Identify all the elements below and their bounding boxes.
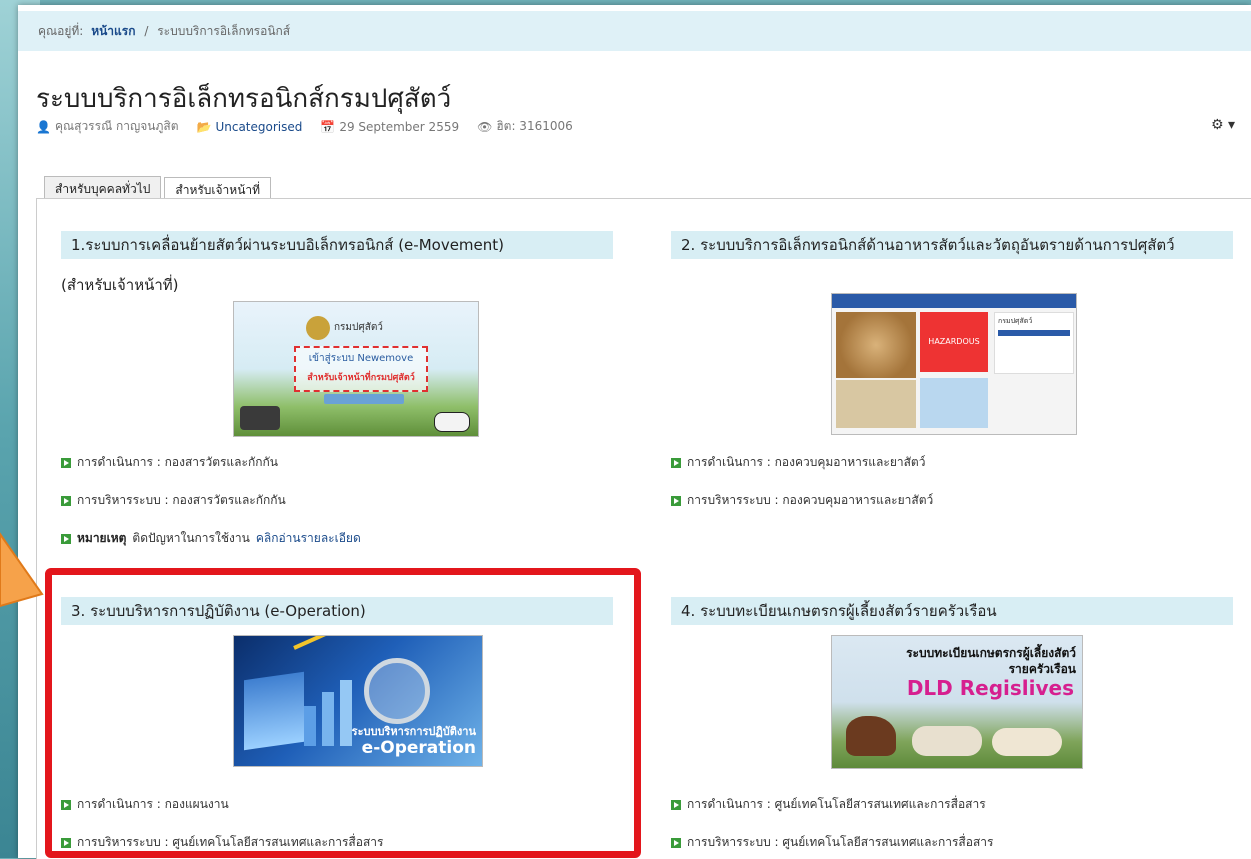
card-1-note: หมายเหตุ ติดปัญหาในการใช้งาน คลิกอ่านราย… [61, 529, 361, 548]
tab-content: 1.ระบบการเคลื่อนย้ายสัตว์ผ่านระบบอิเล็กท… [36, 198, 1251, 859]
card-4-admin-text: การบริหารระบบ : ศูนย์เทคโนโลยีสารสนเทศแล… [687, 835, 994, 849]
magnifier-icon [364, 658, 430, 724]
play-bullet-icon [61, 457, 71, 468]
article-meta: 👤 คุณสุวรรณี กาญจนภูสิต 📂 Uncategorised … [36, 117, 573, 136]
card-3-title[interactable]: 3. ระบบบริหารการปฏิบัติงาน (e-Operation) [61, 597, 613, 625]
login-panel-graphic: กรมปศุสัตว์ [994, 312, 1074, 374]
card-4-line-1: การดำเนินการ : ศูนย์เทคโนโลยีสารสนเทศและ… [671, 795, 986, 814]
play-bullet-icon [61, 495, 71, 506]
card-4-image[interactable]: ระบบทะเบียนเกษตรกรผู้เลี้ยงสัตว์ รายครัว… [831, 635, 1083, 769]
card-4-line-2: การบริหารระบบ : ศูนย์เทคโนโลยีสารสนเทศแล… [671, 833, 993, 852]
card-1-subnote: (สำหรับเจ้าหน้าที่) [61, 276, 179, 294]
card-3-image[interactable]: ระบบบริหารการปฏิบัติงาน e-Operation [233, 635, 483, 767]
card-2-title[interactable]: 2. ระบบบริการอิเล็กทรอนิกส์ด้านอาหารสัตว… [671, 231, 1233, 259]
publish-date: 29 September 2559 [339, 119, 460, 134]
card-1-image[interactable]: กรมปศุสัตว์ เข้าสู่ระบบ Newemove สำหรับเ… [233, 301, 479, 437]
calendar-icon: 📅 [320, 119, 336, 134]
play-bullet-icon [671, 799, 681, 810]
card-1-line-1: การดำเนินการ : กองสารวัตรและกักกัน [61, 453, 278, 472]
sheep-graphic [912, 726, 982, 756]
breadcrumb-separator: / [144, 23, 149, 38]
card-3-admin-text: การบริหารระบบ : ศูนย์เทคโนโลยีสารสนเทศแล… [77, 835, 384, 849]
card-1-admin-text: การบริหารระบบ : กองสารวัตรและกักกัน [77, 493, 286, 507]
note-label: หมายเหตุ [77, 531, 127, 545]
play-bullet-icon [61, 533, 71, 544]
card-4-title[interactable]: 4. ระบบทะเบียนเกษตรกรผู้เลี้ยงสัตว์รายคร… [671, 597, 1233, 625]
card-2-operator-text: การดำเนินการ : กองควบคุมอาหารและยาสัตว์ [687, 455, 926, 469]
play-bullet-icon [671, 837, 681, 848]
page-container: คุณอยู่ที่: หน้าแรก / ระบบบริการอิเล็กทร… [18, 5, 1251, 859]
login-button-graphic [324, 394, 404, 404]
breadcrumb: คุณอยู่ที่: หน้าแรก / ระบบบริการอิเล็กทร… [18, 11, 1251, 51]
factory-graphic [920, 378, 988, 428]
card-1-operator-text: การดำเนินการ : กองสารวัตรและกักกัน [77, 455, 278, 469]
card-1-image-logo-text: กรมปศุสัตว์ [334, 322, 383, 333]
sheep-graphic [992, 728, 1062, 756]
breadcrumb-prefix: คุณอยู่ที่: [38, 23, 84, 38]
card-4-image-brand: DLD Regislives [906, 676, 1074, 700]
read-details-link[interactable]: คลิกอ่านรายละเอียด [256, 529, 361, 548]
hazard-sign: HAZARDOUS [920, 312, 988, 372]
image-header-bar [832, 294, 1076, 308]
card-1-image-login-text: เข้าสู่ระบบ Newemove [308, 353, 414, 364]
note-text: ติดปัญหาในการใช้งาน [132, 531, 250, 545]
user-icon: 👤 [36, 119, 51, 134]
cow-graphic [434, 412, 470, 432]
rooster-graphic [846, 716, 896, 756]
card-3-line-2: การบริหารระบบ : ศูนย์เทคโนโลยีสารสนเทศแล… [61, 833, 383, 852]
breadcrumb-current: ระบบบริการอิเล็กทรอนิกส์ [157, 23, 291, 38]
pointer-arrow-icon [0, 532, 44, 608]
card-2-image-logo-text: กรมปศุสัตว์ [998, 317, 1033, 325]
page-title: ระบบบริการอิเล็กทรอนิกส์กรมปศุสัตว์ [36, 84, 452, 115]
author-name: คุณสุวรรณี กาญจนภูสิต [54, 119, 179, 133]
card-3-line-1: การดำเนินการ : กองแผนงาน [61, 795, 229, 814]
card-1-title[interactable]: 1.ระบบการเคลื่อนย้ายสัตว์ผ่านระบบอิเล็กท… [61, 231, 613, 259]
monitor-graphic [244, 671, 304, 751]
folder-icon: 📂 [196, 119, 212, 134]
settings-gear-icon[interactable]: ⚙ ▾ [1211, 117, 1235, 133]
card-2-line-1: การดำเนินการ : กองควบคุมอาหารและยาสัตว์ [671, 453, 925, 472]
eye-icon: 👁 [477, 119, 493, 134]
card-2-line-2: การบริหารระบบ : กองควบคุมอาหารและยาสัตว์ [671, 491, 933, 510]
card-1-line-2: การบริหารระบบ : กองสารวัตรและกักกัน [61, 491, 286, 510]
play-bullet-icon [671, 457, 681, 468]
card-4-operator-text: การดำเนินการ : ศูนย์เทคโนโลยีสารสนเทศและ… [687, 797, 986, 811]
pets-graphic [836, 380, 916, 428]
truck-graphic [240, 406, 280, 430]
breadcrumb-home-link[interactable]: หน้าแรก [91, 24, 135, 38]
play-bullet-icon [671, 495, 681, 506]
growth-arrow-icon [293, 636, 396, 650]
card-3-operator-text: การดำเนินการ : กองแผนงาน [77, 797, 229, 811]
login-frame: เข้าสู่ระบบ Newemove สำหรับเจ้าหน้าที่กร… [294, 346, 428, 392]
play-bullet-icon [61, 799, 71, 810]
card-3-image-subtitle: e-Operation [361, 738, 476, 758]
card-2-admin-text: การบริหารระบบ : กองควบคุมอาหารและยาสัตว์ [687, 493, 934, 507]
category-link[interactable]: Uncategorised [215, 120, 302, 134]
card-1-image-staff-text: สำหรับเจ้าหน้าที่กรมปศุสัตว์ [307, 373, 415, 383]
hits-count: ฮิต: 3161006 [496, 119, 573, 133]
play-bullet-icon [61, 837, 71, 848]
dld-logo-icon [306, 316, 330, 340]
pet-food-graphic [836, 312, 916, 378]
card-2-image[interactable]: HAZARDOUS กรมปศุสัตว์ [831, 293, 1077, 435]
